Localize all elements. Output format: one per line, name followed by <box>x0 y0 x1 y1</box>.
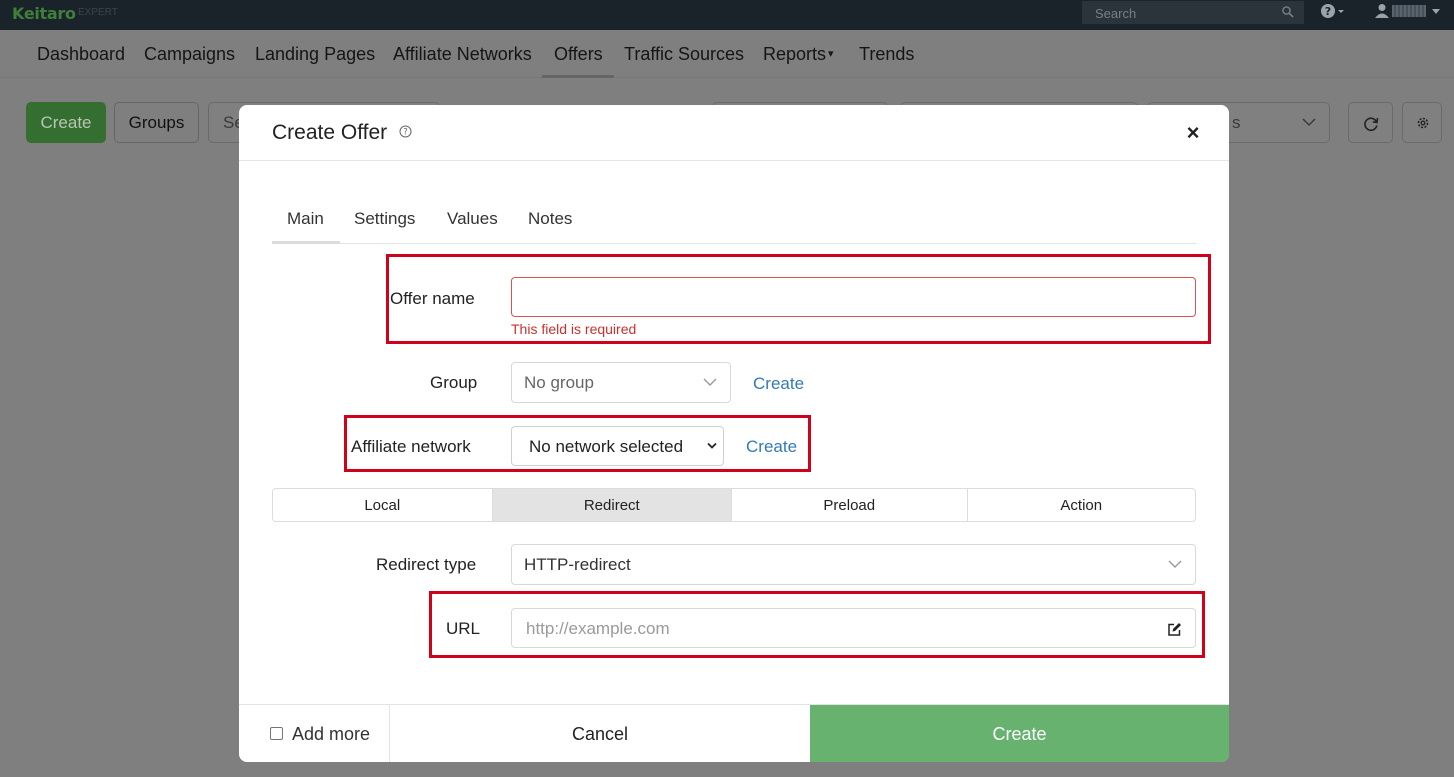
url-label: URL <box>446 619 481 638</box>
tab-values[interactable]: Values <box>447 209 498 229</box>
group-select-value: No group <box>524 373 594 392</box>
svg-text:?: ? <box>403 128 408 138</box>
chevron-down-icon <box>1302 118 1316 127</box>
help-menu-icon[interactable]: ? <box>1320 2 1346 25</box>
add-more-checkbox[interactable] <box>270 727 283 740</box>
nav-reports-caret-icon: ▾ <box>828 48 834 60</box>
affiliate-network-label: Affiliate network <box>351 437 471 456</box>
group-label: Group <box>430 373 478 392</box>
page-filter-3-partial: s <box>1232 113 1241 132</box>
modal-header: Create Offer ? × <box>239 105 1229 161</box>
modal-tabs: Main Settings Values Notes <box>272 189 1196 244</box>
url-input[interactable]: http://example.com <box>511 608 1155 648</box>
offer-type-switch: Local Redirect Preload Action <box>272 488 1196 522</box>
help-icon[interactable]: ? <box>399 125 412 143</box>
tab-main[interactable]: Main <box>287 209 324 229</box>
add-more-toggle: Add more <box>239 705 390 762</box>
edition-label: EXPERT <box>78 7 118 18</box>
tab-active-indicator <box>272 241 340 244</box>
edit-icon <box>1168 623 1181 636</box>
search-icon <box>1281 5 1295 24</box>
offer-name-error: This field is required <box>511 321 637 337</box>
url-edit-button[interactable] <box>1154 608 1196 648</box>
user-menu-caret-icon[interactable] <box>1432 9 1440 15</box>
tab-notes[interactable]: Notes <box>528 209 572 229</box>
user-name-redacted[interactable] <box>1392 5 1426 17</box>
nav-offers[interactable]: Offers <box>554 44 603 65</box>
nav-reports-label: Reports <box>763 44 827 64</box>
offer-name-label: Offer name <box>390 289 475 308</box>
cancel-button[interactable]: Cancel <box>390 705 810 762</box>
global-search-placeholder: Search <box>1095 6 1137 21</box>
mode-redirect-button[interactable]: Redirect <box>492 489 733 521</box>
nav-reports[interactable]: Reports ▾ <box>763 44 834 65</box>
settings-button[interactable] <box>1402 102 1442 143</box>
affiliate-network-select[interactable]: No network selected <box>511 426 724 466</box>
nav-dashboard[interactable]: Dashboard <box>37 44 125 65</box>
modal-title: Create Offer <box>272 121 388 144</box>
mode-preload-button[interactable]: Preload <box>732 489 968 521</box>
url-placeholder: http://example.com <box>526 619 670 638</box>
affiliate-network-select-value: No network selected <box>529 437 684 456</box>
tab-settings[interactable]: Settings <box>354 209 415 229</box>
chevron-down-icon <box>703 378 717 386</box>
main-nav: Dashboard Campaigns Landing Pages Affili… <box>0 30 1454 78</box>
create-affiliate-network-link[interactable]: Create <box>746 437 797 457</box>
gear-icon <box>1417 117 1429 129</box>
global-search-input[interactable]: Search <box>1082 1 1304 24</box>
user-icon[interactable] <box>1374 2 1390 25</box>
chevron-down-icon <box>707 442 717 449</box>
create-offer-modal: Create Offer ? × Main Settings Values No… <box>239 105 1229 762</box>
redirect-type-label: Redirect type <box>376 555 477 574</box>
nav-traffic-sources[interactable]: Traffic Sources <box>624 44 744 65</box>
offer-name-input[interactable] <box>511 277 1196 317</box>
nav-affiliate-networks[interactable]: Affiliate Networks <box>393 44 532 65</box>
modal-footer: Add more Cancel Create <box>239 704 1229 762</box>
mode-action-button[interactable]: Action <box>967 489 1195 521</box>
svg-text:?: ? <box>1325 5 1331 18</box>
redirect-type-select[interactable]: HTTP-redirect <box>511 544 1196 585</box>
create-button[interactable]: Create <box>810 705 1229 762</box>
create-group-link[interactable]: Create <box>753 374 804 394</box>
refresh-button[interactable] <box>1348 102 1393 143</box>
close-icon[interactable]: × <box>1181 121 1205 145</box>
page-groups-button[interactable]: Groups <box>114 102 199 143</box>
nav-trends[interactable]: Trends <box>859 44 914 65</box>
group-select[interactable]: No group <box>511 362 731 403</box>
redirect-type-value: HTTP-redirect <box>524 555 631 574</box>
refresh-icon <box>1364 117 1379 132</box>
nav-active-indicator <box>542 75 614 78</box>
add-more-label[interactable]: Add more <box>292 724 370 745</box>
app-logo[interactable]: Keitaro <box>12 4 76 23</box>
nav-campaigns[interactable]: Campaigns <box>144 44 235 65</box>
top-bar: Keitaro EXPERT Search ? <box>0 0 1454 30</box>
nav-landing-pages[interactable]: Landing Pages <box>255 44 375 65</box>
mode-local-button[interactable]: Local <box>273 489 493 521</box>
page-create-button[interactable]: Create <box>26 102 106 143</box>
chevron-down-icon <box>1168 560 1182 568</box>
